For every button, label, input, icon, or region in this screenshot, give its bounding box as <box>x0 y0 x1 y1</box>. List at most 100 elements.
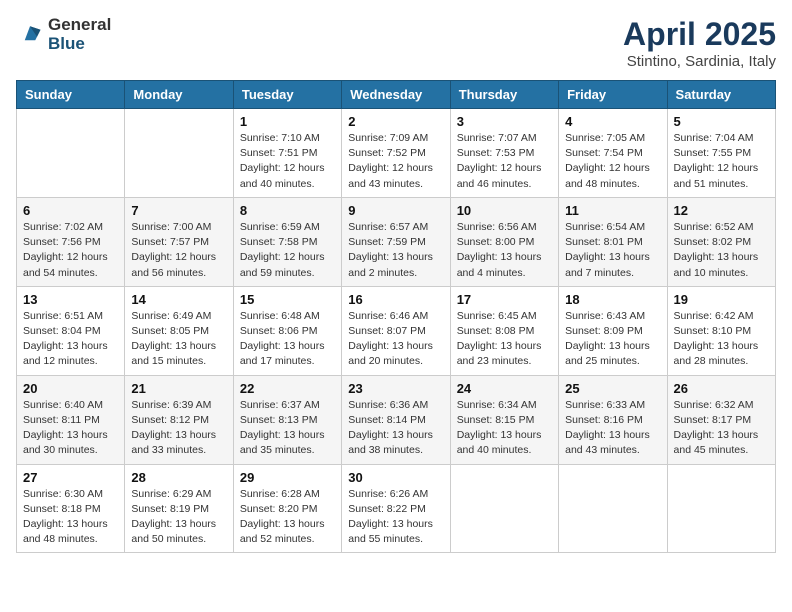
calendar-cell: 7Sunrise: 7:00 AM Sunset: 7:57 PM Daylig… <box>125 197 233 286</box>
day-info: Sunrise: 6:49 AM Sunset: 8:05 PM Dayligh… <box>131 309 226 370</box>
day-info: Sunrise: 7:09 AM Sunset: 7:52 PM Dayligh… <box>348 131 443 192</box>
day-info: Sunrise: 6:26 AM Sunset: 8:22 PM Dayligh… <box>348 487 443 548</box>
col-header-saturday: Saturday <box>667 81 775 109</box>
day-info: Sunrise: 6:52 AM Sunset: 8:02 PM Dayligh… <box>674 220 769 281</box>
day-number: 6 <box>23 203 118 218</box>
day-info: Sunrise: 7:02 AM Sunset: 7:56 PM Dayligh… <box>23 220 118 281</box>
day-number: 10 <box>457 203 552 218</box>
calendar-cell: 12 Sunrise: 6:52 AM Sunset: 8:02 PM Dayli… <box>667 197 775 286</box>
col-header-sunday: Sunday <box>17 81 125 109</box>
day-info: Sunrise: 6:54 AM Sunset: 8:01 PM Dayligh… <box>565 220 660 281</box>
day-number: 13 <box>23 292 118 307</box>
calendar-cell: 16Sunrise: 6:46 AM Sunset: 8:07 PM Dayli… <box>342 286 450 375</box>
day-info: Sunrise: 6:42 AM Sunset: 8:10 PM Dayligh… <box>674 309 769 370</box>
calendar-cell <box>125 109 233 198</box>
day-info: Sunrise: 6:57 AM Sunset: 7:59 PM Dayligh… <box>348 220 443 281</box>
day-info: Sunrise: 7:04 AM Sunset: 7:55 PM Dayligh… <box>674 131 769 192</box>
day-number: 1 <box>240 114 335 129</box>
day-info: Sunrise: 6:59 AM Sunset: 7:58 PM Dayligh… <box>240 220 335 281</box>
day-info: Sunrise: 6:48 AM Sunset: 8:06 PM Dayligh… <box>240 309 335 370</box>
day-info: Sunrise: 6:36 AM Sunset: 8:14 PM Dayligh… <box>348 398 443 459</box>
day-info: Sunrise: 6:30 AM Sunset: 8:18 PM Dayligh… <box>23 487 118 548</box>
week-row-2: 6 Sunrise: 7:02 AM Sunset: 7:56 PM Daylig… <box>17 197 776 286</box>
day-info: Sunrise: 6:39 AM Sunset: 8:12 PM Dayligh… <box>131 398 226 459</box>
day-number: 4 <box>565 114 660 129</box>
day-number: 28 <box>131 470 226 485</box>
day-number: 2 <box>348 114 443 129</box>
day-number: 20 <box>23 381 118 396</box>
calendar-cell: 30 Sunrise: 6:26 AM Sunset: 8:22 PM Dayli… <box>342 464 450 553</box>
day-info: Sunrise: 6:28 AM Sunset: 8:20 PM Dayligh… <box>240 487 335 548</box>
calendar-table: SundayMondayTuesdayWednesdayThursdayFrid… <box>16 80 776 553</box>
logo-general: General <box>48 16 111 35</box>
calendar-cell: 11 Sunrise: 6:54 AM Sunset: 8:01 PM Dayli… <box>559 197 667 286</box>
day-number: 5 <box>674 114 769 129</box>
calendar-cell: 26Sunrise: 6:32 AM Sunset: 8:17 PM Dayli… <box>667 375 775 464</box>
calendar-cell: 18Sunrise: 6:43 AM Sunset: 8:09 PM Dayli… <box>559 286 667 375</box>
day-info: Sunrise: 7:05 AM Sunset: 7:54 PM Dayligh… <box>565 131 660 192</box>
calendar-cell: 2 Sunrise: 7:09 AM Sunset: 7:52 PM Daylig… <box>342 109 450 198</box>
location: Stintino, Sardinia, Italy <box>623 53 776 70</box>
day-number: 27 <box>23 470 118 485</box>
page-header: General Blue April 2025 Stintino, Sardin… <box>16 16 776 70</box>
week-row-1: 1 Sunrise: 7:10 AM Sunset: 7:51 PM Daylig… <box>17 109 776 198</box>
month-title: April 2025 <box>623 16 776 53</box>
col-header-tuesday: Tuesday <box>233 81 341 109</box>
day-info: Sunrise: 7:07 AM Sunset: 7:53 PM Dayligh… <box>457 131 552 192</box>
calendar-cell <box>450 464 558 553</box>
day-info: Sunrise: 7:10 AM Sunset: 7:51 PM Dayligh… <box>240 131 335 192</box>
day-number: 16 <box>348 292 443 307</box>
col-header-monday: Monday <box>125 81 233 109</box>
day-info: Sunrise: 6:43 AM Sunset: 8:09 PM Dayligh… <box>565 309 660 370</box>
calendar-cell: 27 Sunrise: 6:30 AM Sunset: 8:18 PM Dayli… <box>17 464 125 553</box>
calendar-cell: 22Sunrise: 6:37 AM Sunset: 8:13 PM Dayli… <box>233 375 341 464</box>
day-info: Sunrise: 6:32 AM Sunset: 8:17 PM Dayligh… <box>674 398 769 459</box>
calendar-cell: 9Sunrise: 6:57 AM Sunset: 7:59 PM Daylig… <box>342 197 450 286</box>
day-number: 15 <box>240 292 335 307</box>
logo: General Blue <box>16 16 111 53</box>
day-info: Sunrise: 6:51 AM Sunset: 8:04 PM Dayligh… <box>23 309 118 370</box>
day-number: 3 <box>457 114 552 129</box>
day-info: Sunrise: 6:45 AM Sunset: 8:08 PM Dayligh… <box>457 309 552 370</box>
calendar-cell: 4 Sunrise: 7:05 AM Sunset: 7:54 PM Daylig… <box>559 109 667 198</box>
day-number: 30 <box>348 470 443 485</box>
day-number: 21 <box>131 381 226 396</box>
day-number: 12 <box>674 203 769 218</box>
day-number: 24 <box>457 381 552 396</box>
calendar-cell: 1 Sunrise: 7:10 AM Sunset: 7:51 PM Daylig… <box>233 109 341 198</box>
col-header-thursday: Thursday <box>450 81 558 109</box>
day-info: Sunrise: 6:33 AM Sunset: 8:16 PM Dayligh… <box>565 398 660 459</box>
week-row-4: 20 Sunrise: 6:40 AM Sunset: 8:11 PM Dayli… <box>17 375 776 464</box>
calendar-cell: 5 Sunrise: 7:04 AM Sunset: 7:55 PM Daylig… <box>667 109 775 198</box>
week-row-5: 27 Sunrise: 6:30 AM Sunset: 8:18 PM Dayli… <box>17 464 776 553</box>
title-block: April 2025 Stintino, Sardinia, Italy <box>623 16 776 70</box>
day-number: 19 <box>674 292 769 307</box>
calendar-cell: 20 Sunrise: 6:40 AM Sunset: 8:11 PM Dayli… <box>17 375 125 464</box>
calendar-cell: 10 Sunrise: 6:56 AM Sunset: 8:00 PM Dayli… <box>450 197 558 286</box>
day-number: 29 <box>240 470 335 485</box>
calendar-cell: 14Sunrise: 6:49 AM Sunset: 8:05 PM Dayli… <box>125 286 233 375</box>
col-header-wednesday: Wednesday <box>342 81 450 109</box>
calendar-cell <box>559 464 667 553</box>
calendar-cell: 25Sunrise: 6:33 AM Sunset: 8:16 PM Dayli… <box>559 375 667 464</box>
day-number: 17 <box>457 292 552 307</box>
day-info: Sunrise: 6:56 AM Sunset: 8:00 PM Dayligh… <box>457 220 552 281</box>
calendar-cell: 17 Sunrise: 6:45 AM Sunset: 8:08 PM Dayli… <box>450 286 558 375</box>
day-info: Sunrise: 6:29 AM Sunset: 8:19 PM Dayligh… <box>131 487 226 548</box>
calendar-cell: 8 Sunrise: 6:59 AM Sunset: 7:58 PM Daylig… <box>233 197 341 286</box>
calendar-cell: 15 Sunrise: 6:48 AM Sunset: 8:06 PM Dayli… <box>233 286 341 375</box>
day-number: 8 <box>240 203 335 218</box>
calendar-cell: 24 Sunrise: 6:34 AM Sunset: 8:15 PM Dayli… <box>450 375 558 464</box>
calendar-cell: 28 Sunrise: 6:29 AM Sunset: 8:19 PM Dayli… <box>125 464 233 553</box>
day-number: 23 <box>348 381 443 396</box>
day-number: 11 <box>565 203 660 218</box>
day-info: Sunrise: 6:34 AM Sunset: 8:15 PM Dayligh… <box>457 398 552 459</box>
calendar-cell: 13 Sunrise: 6:51 AM Sunset: 8:04 PM Dayli… <box>17 286 125 375</box>
day-info: Sunrise: 6:40 AM Sunset: 8:11 PM Dayligh… <box>23 398 118 459</box>
day-info: Sunrise: 7:00 AM Sunset: 7:57 PM Dayligh… <box>131 220 226 281</box>
calendar-cell: 19 Sunrise: 6:42 AM Sunset: 8:10 PM Dayli… <box>667 286 775 375</box>
week-row-3: 13 Sunrise: 6:51 AM Sunset: 8:04 PM Dayli… <box>17 286 776 375</box>
calendar-cell: 6 Sunrise: 7:02 AM Sunset: 7:56 PM Daylig… <box>17 197 125 286</box>
calendar-cell: 23 Sunrise: 6:36 AM Sunset: 8:14 PM Dayli… <box>342 375 450 464</box>
col-header-friday: Friday <box>559 81 667 109</box>
